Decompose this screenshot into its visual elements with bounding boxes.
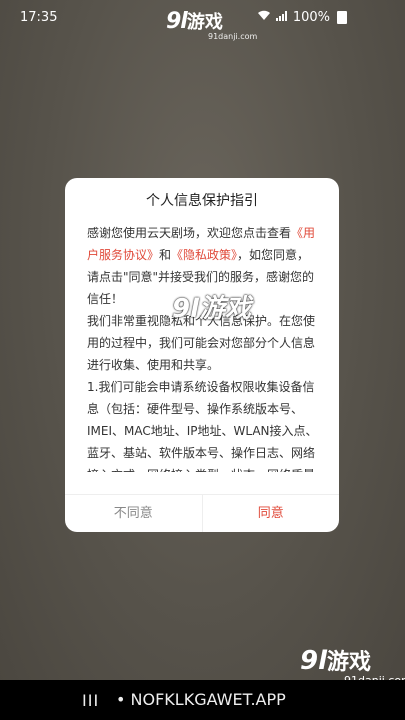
watermark-bottom: 9l游戏 91danji.com [300, 644, 405, 687]
watermark-domain: 91danji.com [208, 32, 258, 41]
watermark-bottom-cn: 游戏 [327, 650, 372, 675]
agree-button[interactable]: 同意 [203, 495, 340, 532]
status-time: 17:35 [20, 10, 58, 25]
watermark-logo-cn: 游戏 [186, 12, 223, 33]
dialog-body[interactable]: 感谢您使用云天剧场，欢迎您点击查看《用户服务协议》和《隐私政策》，如您同意，请点… [87, 222, 319, 472]
watermark-mid-logo: 9l [172, 294, 200, 324]
intro-text: 感谢您使用云天剧场，欢迎您点击查看 [87, 226, 292, 240]
navigation-bar: III • NOFKLKGAWET.APP [0, 680, 405, 720]
recent-apps-icon[interactable]: III [82, 691, 99, 710]
battery-label: 100% [292, 10, 330, 25]
and-text: 和 [159, 248, 172, 262]
privacy-dialog: 个人信息保护指引 感谢您使用云天剧场，欢迎您点击查看《用户服务协议》和《隐私政策… [65, 178, 339, 532]
dialog-actions: 不同意 同意 [65, 494, 339, 532]
watermark-mid-cn: 游戏 [199, 294, 252, 324]
battery-icon [337, 11, 347, 24]
disagree-button[interactable]: 不同意 [65, 495, 203, 532]
watermark-bottom-logo: 9l [300, 646, 328, 676]
watermark-middle: 9l游戏 [172, 288, 251, 325]
watermark-logo: 9l [166, 9, 188, 34]
watermark-top: 9l游戏 91danji.com [166, 8, 257, 41]
nav-app-label: • NOFKLKGAWET.APP [116, 690, 286, 709]
privacy-policy-link[interactable]: 《隐私政策》 [171, 248, 237, 262]
permissions-paragraph: 1.我们可能会申请系统设备权限收集设备信息（包括：硬件型号、操作系统版本号、IM… [87, 380, 318, 472]
status-icons: 100% [257, 10, 347, 25]
dialog-title: 个人信息保护指引 [146, 193, 258, 209]
wifi-icon [257, 10, 271, 25]
signal-icon [275, 10, 288, 25]
